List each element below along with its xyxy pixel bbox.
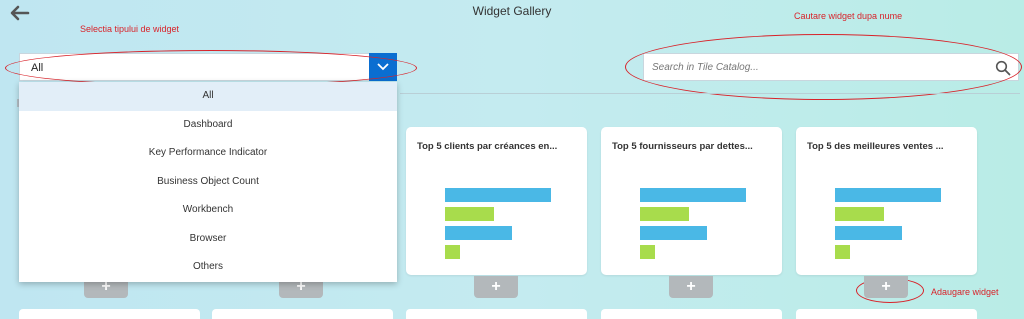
tile-bar bbox=[835, 188, 941, 202]
dropdown-option-others[interactable]: Others bbox=[19, 253, 397, 282]
add-widget-button[interactable]: + bbox=[474, 276, 518, 298]
tile-bar bbox=[640, 226, 707, 240]
widget-tile-best-sales[interactable]: Top 5 des meilleures ventes ... bbox=[796, 127, 977, 275]
annotation-add: Adaugare widget bbox=[931, 287, 999, 297]
dropdown-option-workbench[interactable]: Workbench bbox=[19, 196, 397, 225]
tile-bar bbox=[445, 207, 494, 221]
tile-bar bbox=[445, 188, 551, 202]
dropdown-option-browser[interactable]: Browser bbox=[19, 225, 397, 254]
add-widget-button[interactable]: + bbox=[669, 276, 713, 298]
tile-bar bbox=[640, 188, 746, 202]
tile-title: Top 5 des meilleures ventes ... bbox=[807, 141, 944, 152]
widget-tile-partial[interactable] bbox=[19, 309, 200, 319]
tile-bar bbox=[835, 245, 850, 259]
dropdown-option-all[interactable]: All bbox=[19, 82, 397, 111]
annotation-search: Cautare widget dupa nume bbox=[794, 11, 903, 21]
tile-title: Top 5 fournisseurs par dettes... bbox=[612, 141, 753, 152]
widget-tile-partial[interactable] bbox=[796, 309, 977, 319]
divider bbox=[400, 93, 1020, 94]
tile-title: Top 5 clients par créances en... bbox=[417, 141, 558, 152]
tile-bar bbox=[835, 207, 884, 221]
widget-tile-partial[interactable] bbox=[212, 309, 393, 319]
tile-bar bbox=[445, 245, 460, 259]
widget-tile-clients[interactable]: Top 5 clients par créances en... bbox=[406, 127, 587, 275]
add-widget-button[interactable]: + bbox=[864, 276, 908, 298]
widget-type-dropdown-list: All Dashboard Key Performance Indicator … bbox=[19, 82, 397, 282]
annotation-ellipse-search bbox=[625, 34, 1022, 100]
widget-tile-partial[interactable] bbox=[406, 309, 587, 319]
annotation-ellipse-select bbox=[5, 50, 417, 86]
tile-bar bbox=[445, 226, 512, 240]
tile-bar bbox=[835, 226, 902, 240]
dropdown-option-dashboard[interactable]: Dashboard bbox=[19, 111, 397, 140]
widget-tile-suppliers[interactable]: Top 5 fournisseurs par dettes... bbox=[601, 127, 782, 275]
widget-tile-partial[interactable] bbox=[601, 309, 782, 319]
tile-bar bbox=[640, 245, 655, 259]
annotation-type-select: Selectia tipului de widget bbox=[80, 24, 180, 34]
dropdown-option-kpi[interactable]: Key Performance Indicator bbox=[19, 139, 397, 168]
dropdown-option-business-object-count[interactable]: Business Object Count bbox=[19, 168, 397, 197]
tile-bar bbox=[640, 207, 689, 221]
